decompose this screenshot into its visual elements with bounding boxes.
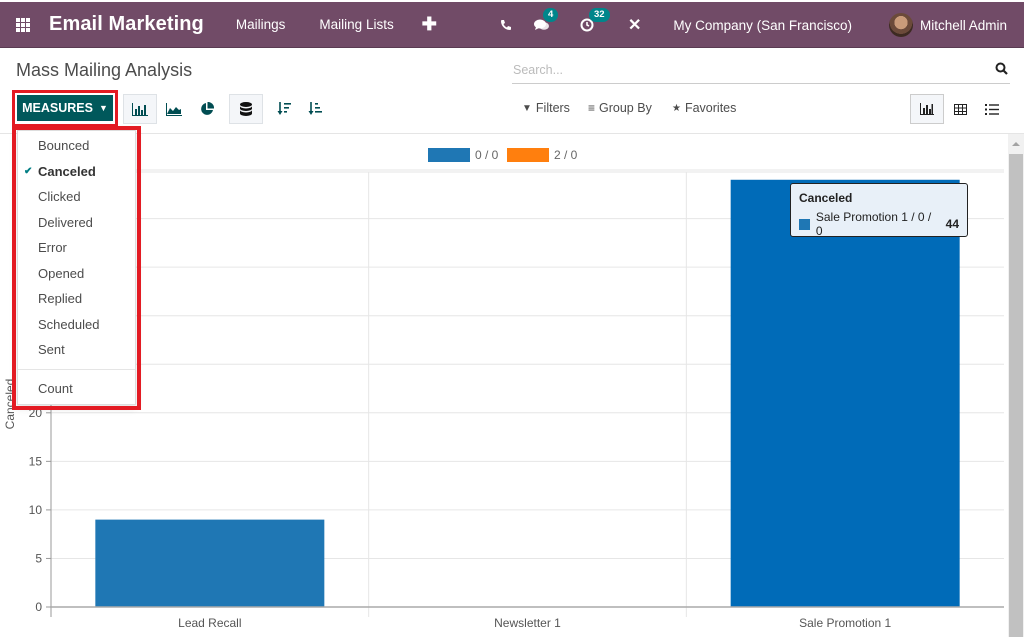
graph-view-button[interactable] <box>910 94 944 124</box>
pivot-view-button[interactable] <box>943 94 977 124</box>
search-bar <box>512 58 1010 84</box>
user-menu[interactable]: Mitchell Admin <box>920 18 1007 33</box>
messages-badge: 4 <box>542 8 559 22</box>
activities-badge: 32 <box>588 8 610 22</box>
tooltip-series: Sale Promotion 1 / 0 / 0 <box>815 210 932 238</box>
scroll-thumb[interactable] <box>1009 154 1023 637</box>
star-icon: ★ <box>672 102 681 114</box>
search-input[interactable] <box>512 58 972 82</box>
activities-icon[interactable]: 32 <box>580 8 610 32</box>
list-view-button[interactable] <box>975 94 1009 124</box>
plus-icon[interactable]: ✚ <box>422 14 437 35</box>
search-icon[interactable] <box>995 62 1008 78</box>
company-switcher[interactable]: My Company (San Francisco) <box>673 18 852 33</box>
phone-icon[interactable] <box>500 19 512 31</box>
favorites-button[interactable]: ★ Favorites <box>672 101 736 115</box>
measures-label: MEASURES <box>22 101 93 115</box>
app-name[interactable]: Email Marketing <box>49 13 204 36</box>
filter-icon: ▼ <box>522 102 532 114</box>
area-chart-icon <box>166 102 182 116</box>
menu-mailing-lists[interactable]: Mailing Lists <box>319 17 393 32</box>
sort-ascending-button[interactable] <box>298 94 332 124</box>
y-tick-label: 10 <box>29 503 43 517</box>
bar-sale-promotion-1[interactable] <box>730 179 960 607</box>
tooltip-value: 44 <box>945 217 959 231</box>
legend-label[interactable]: 0 / 0 <box>475 148 499 162</box>
filters-label: Filters <box>535 101 570 115</box>
x-tick-label: Lead Recall <box>178 616 241 630</box>
caret-down-icon: ▼ <box>98 103 108 113</box>
favorites-label: Favorites <box>684 101 737 115</box>
legend-swatch[interactable] <box>507 148 549 162</box>
messages-icon[interactable]: 4 <box>533 8 559 32</box>
group-by-button[interactable]: ≡ Group By <box>588 101 652 115</box>
sort-ascending-icon <box>308 102 322 115</box>
sort-descending-icon <box>277 102 291 115</box>
user-avatar[interactable] <box>888 13 913 37</box>
list-icon <box>985 103 999 115</box>
menu-mailings[interactable]: Mailings <box>236 17 286 32</box>
scroll-up-arrow[interactable] <box>1012 142 1020 146</box>
sort-descending-button[interactable] <box>267 94 301 124</box>
database-icon <box>240 102 252 116</box>
page-title: Mass Mailing Analysis <box>16 60 193 80</box>
x-tick-label: Sale Promotion 1 <box>799 616 891 630</box>
table-icon <box>953 103 967 115</box>
line-chart-button[interactable] <box>157 94 191 124</box>
legend-label[interactable]: 2 / 0 <box>554 148 578 162</box>
group-by-label: Group By <box>599 101 652 115</box>
pie-chart-button[interactable] <box>190 94 224 124</box>
bar-chart-icon <box>920 103 934 115</box>
pie-chart-icon <box>201 102 214 115</box>
bar-chart-button[interactable] <box>123 94 157 124</box>
stacked-button[interactable] <box>229 94 263 124</box>
tooltip-title: Canceled <box>799 191 853 205</box>
tools-icon[interactable]: ✕ <box>628 15 641 35</box>
tooltip-swatch <box>799 218 810 230</box>
y-tick-label: 15 <box>29 454 43 468</box>
chart-tooltip: Canceled Sale Promotion 1 / 0 / 0 44 <box>790 183 968 238</box>
group-by-icon: ≡ <box>588 101 596 115</box>
legend-swatch[interactable] <box>428 148 470 162</box>
bar-chart-icon <box>132 102 148 116</box>
y-tick-label: 5 <box>35 551 42 565</box>
scrollbar[interactable] <box>1008 134 1024 637</box>
y-tick-label: 0 <box>35 600 42 614</box>
apps-menu-icon[interactable] <box>16 17 32 32</box>
measures-button[interactable]: MEASURES ▼ <box>17 95 113 121</box>
dropdown-highlight <box>12 126 141 410</box>
bar-lead-recall[interactable] <box>95 519 325 607</box>
top-navbar: Email Marketing Mailings Mailing Lists ✚… <box>0 2 1024 48</box>
filters-button[interactable]: ▼ Filters <box>522 101 570 115</box>
x-tick-label: Newsletter 1 <box>494 616 561 630</box>
